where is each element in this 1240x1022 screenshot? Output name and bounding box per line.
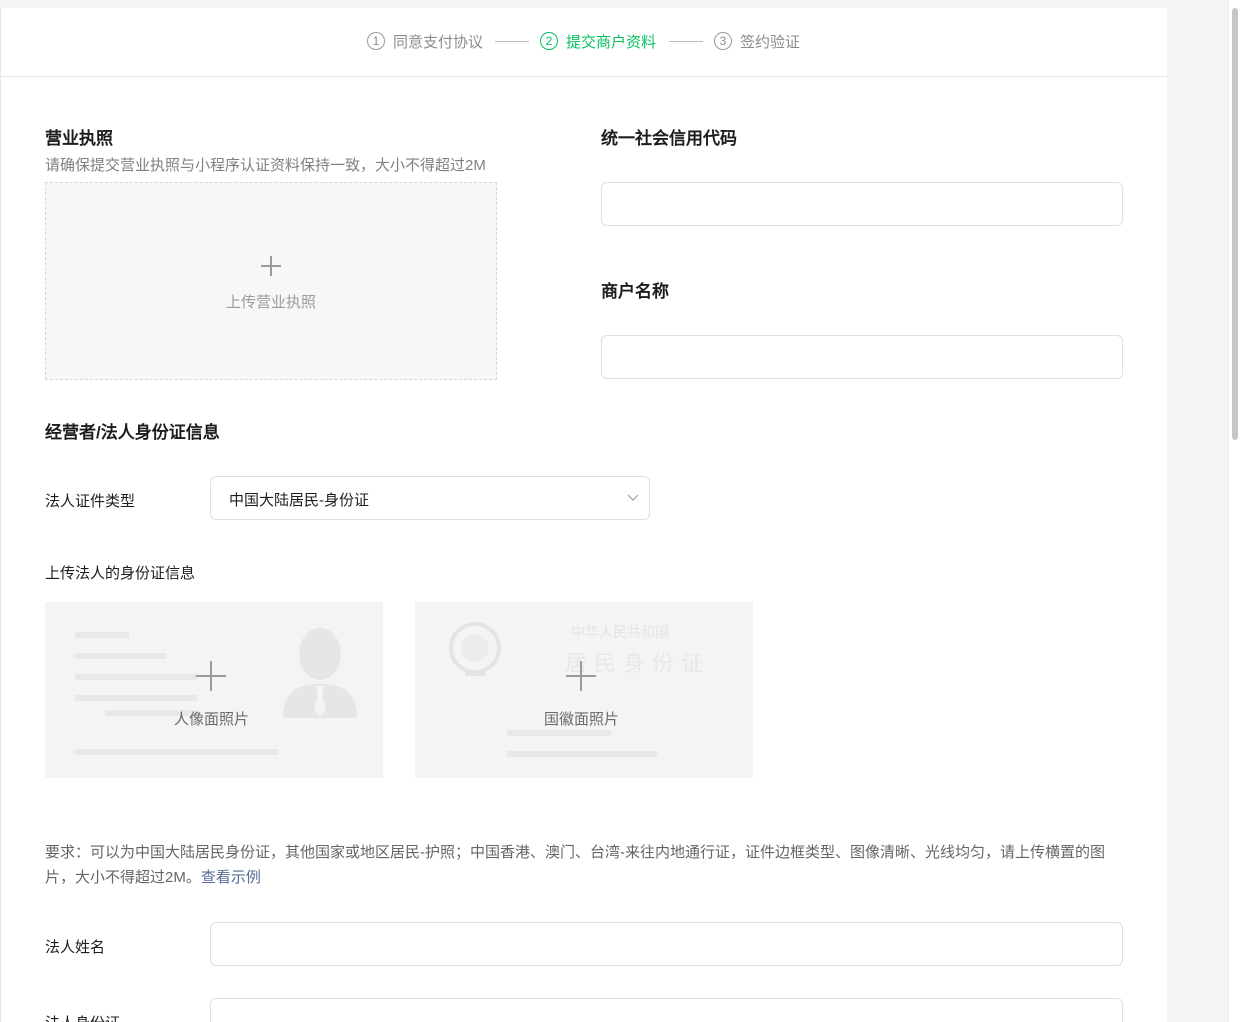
id-type-select[interactable]: 中国大陆居民-身份证: [210, 476, 650, 520]
id-front-label: 人像面照片: [174, 711, 250, 728]
step-2-label: 提交商户资料: [566, 33, 657, 51]
legal-id-number-input[interactable]: [210, 998, 1123, 1022]
card-line: [507, 730, 611, 736]
license-upload-label: 上传营业执照: [226, 294, 317, 311]
merchant-name-input[interactable]: [601, 335, 1123, 379]
view-example-link[interactable]: 查看示例: [201, 869, 261, 886]
step-indicator: 1 同意支付协议 2 提交商户资料 3 签约验证: [1, 8, 1167, 77]
step-1: 1 同意支付协议: [367, 30, 483, 52]
license-title: 营业执照: [45, 129, 113, 148]
id-front-upload[interactable]: 人像面照片: [45, 602, 383, 778]
id-upload-title: 上传法人的身份证信息: [45, 565, 196, 582]
step-divider: [669, 41, 703, 42]
chevron-down-icon: [627, 494, 639, 501]
card-line: [507, 751, 657, 757]
main-panel: 1 同意支付协议 2 提交商户资料 3 签约验证 营业执照 请确保提交营业执照与…: [0, 8, 1167, 1022]
step-divider: [495, 41, 529, 42]
step-2-number: 2: [540, 32, 558, 50]
step-3-label: 签约验证: [740, 33, 801, 51]
legal-id-number-label: 法人身份证: [45, 1012, 120, 1022]
card-line: [75, 653, 167, 659]
card-line: [75, 695, 197, 701]
card-line: [75, 674, 197, 680]
step-1-number: 1: [367, 32, 385, 50]
license-hint: 请确保提交营业执照与小程序认证资料保持一致，大小不得超过2M: [45, 157, 486, 174]
legal-id-title: 经营者/法人身份证信息: [45, 423, 220, 442]
legal-name-label: 法人姓名: [45, 939, 106, 956]
id-type-label: 法人证件类型: [45, 493, 136, 510]
plus-icon: [196, 661, 226, 691]
step-3-number: 3: [714, 32, 732, 50]
credit-code-input[interactable]: [601, 182, 1123, 226]
id-type-value: 中国大陆居民-身份证: [229, 492, 369, 509]
scrollbar-thumb[interactable]: [1232, 8, 1238, 440]
id-back-label: 国徽面照片: [544, 711, 620, 728]
step-1-label: 同意支付协议: [393, 33, 484, 51]
step-3: 3 签约验证: [714, 30, 800, 52]
plus-icon: [261, 256, 281, 276]
merchant-name-title: 商户名称: [601, 282, 669, 301]
license-upload-area[interactable]: 上传营业执照: [45, 182, 497, 380]
id-back-upload[interactable]: 中华人民共和国 居 民 身 份 证 国徽面照片: [415, 602, 753, 778]
plus-icon: [566, 661, 596, 691]
credit-code-title: 统一社会信用代码: [601, 129, 737, 148]
card-line: [75, 632, 129, 638]
card-line: [75, 749, 279, 755]
legal-name-input[interactable]: [210, 922, 1123, 966]
step-2: 2 提交商户资料: [540, 30, 656, 52]
national-emblem-icon: [449, 622, 501, 676]
card-heading: 中华人民共和国: [571, 625, 669, 641]
portrait-silhouette-icon: [283, 628, 357, 718]
id-requirement-text: 要求：可以为中国大陆居民身份证，其他国家或地区居民-护照；中国香港、澳门、台湾-…: [45, 840, 1127, 890]
